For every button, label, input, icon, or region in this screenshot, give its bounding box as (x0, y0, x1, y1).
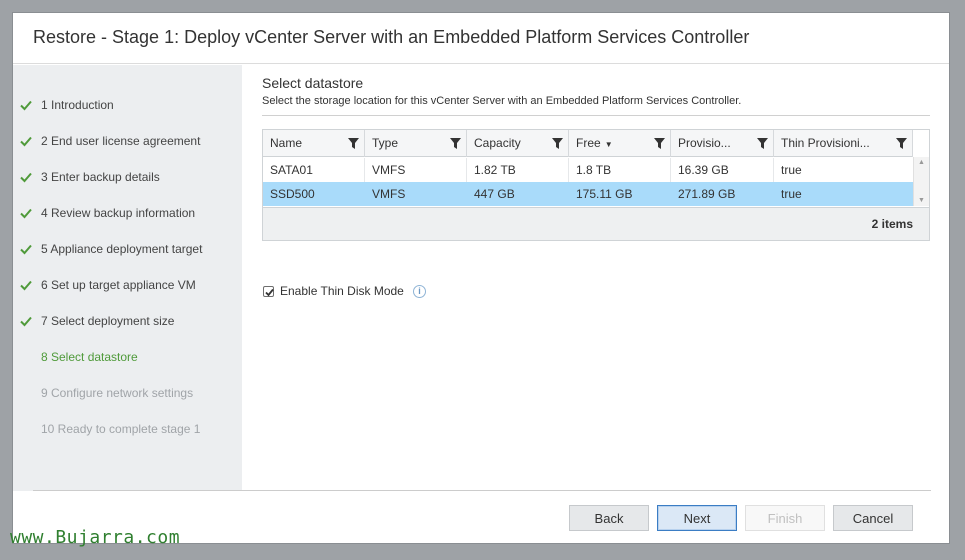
cell-thin-provisioning: true (781, 187, 802, 201)
check-icon (20, 208, 32, 219)
checkmark-icon (265, 288, 274, 297)
step-license-agreement[interactable]: 2 End user license agreement (13, 123, 242, 159)
step-ready-to-complete: 10 Ready to complete stage 1 (13, 411, 242, 447)
column-header-capacity[interactable]: Capacity (467, 130, 569, 157)
grid-header: Name Type Capacity Free ▼ Provisio... Th… (263, 130, 913, 157)
column-header-free[interactable]: Free ▼ (569, 130, 671, 157)
step-label: 2 End user license agreement (41, 134, 201, 148)
step-target-vm[interactable]: 6 Set up target appliance VM (13, 267, 242, 303)
step-label: 10 Ready to complete stage 1 (41, 422, 201, 436)
step-label: 8 Select datastore (41, 350, 138, 364)
check-icon (20, 244, 32, 255)
column-label: Provisio... (678, 136, 731, 150)
step-label: 3 Enter backup details (41, 170, 160, 184)
step-deployment-size[interactable]: 7 Select deployment size (13, 303, 242, 339)
back-button[interactable]: Back (569, 505, 649, 531)
step-select-datastore[interactable]: 8 Select datastore (13, 339, 242, 375)
grid-footer: 2 items (263, 207, 929, 240)
check-icon (20, 100, 32, 111)
filter-icon[interactable] (896, 138, 907, 149)
check-icon (20, 316, 32, 327)
cell-provisioned: 16.39 GB (671, 158, 774, 182)
step-label: 4 Review backup information (41, 206, 196, 220)
table-row-selected[interactable]: SSD500 VMFS 447 GB 175.11 GB 271.89 GB t… (263, 182, 913, 206)
check-icon (20, 280, 32, 291)
footer-divider (33, 490, 931, 491)
wizard-steps-sidebar: 1 Introduction 2 End user license agreem… (13, 65, 242, 491)
step-label: 7 Select deployment size (41, 314, 175, 328)
cell-type: VMFS (365, 182, 467, 206)
cancel-button[interactable]: Cancel (833, 505, 913, 531)
item-count: 2 items (871, 217, 913, 231)
next-button[interactable]: Next (657, 505, 737, 531)
section-title: Select datastore (262, 75, 364, 91)
filter-icon[interactable] (348, 138, 359, 149)
column-label: Name (270, 136, 303, 150)
cell-provisioned: 271.89 GB (671, 182, 774, 206)
check-icon (20, 136, 32, 147)
filter-icon[interactable] (450, 138, 461, 149)
info-icon[interactable]: i (413, 285, 426, 298)
table-row[interactable]: SATA01 VMFS 1.82 TB 1.8 TB 16.39 GB true (263, 158, 913, 182)
section-divider (262, 115, 930, 116)
sort-descending-icon: ▼ (604, 140, 613, 149)
scroll-down-icon[interactable]: ▼ (918, 197, 925, 204)
column-label: Capacity (474, 136, 521, 150)
step-review-backup[interactable]: 4 Review backup information (13, 195, 242, 231)
thin-disk-checkbox[interactable] (263, 286, 274, 297)
dialog-title-bar: Restore - Stage 1: Deploy vCenter Server… (13, 13, 949, 64)
column-label: Free (576, 136, 601, 150)
cell-free: 1.8 TB (569, 158, 671, 182)
scroll-up-icon[interactable]: ▲ (918, 159, 925, 166)
column-header-name[interactable]: Name (263, 130, 365, 157)
column-header-type[interactable]: Type (365, 130, 467, 157)
step-label: 5 Appliance deployment target (41, 242, 203, 256)
filter-icon[interactable] (757, 138, 768, 149)
dialog-title: Restore - Stage 1: Deploy vCenter Server… (33, 27, 750, 47)
step-network-settings: 9 Configure network settings (13, 375, 242, 411)
site-watermark: www.Bujarra.com (10, 527, 181, 548)
check-icon (20, 172, 32, 183)
filter-icon[interactable] (552, 138, 563, 149)
step-deployment-target[interactable]: 5 Appliance deployment target (13, 231, 242, 267)
cell-name: SATA01 (263, 158, 365, 182)
datastore-grid: Name Type Capacity Free ▼ Provisio... Th… (262, 129, 930, 241)
filter-icon[interactable] (654, 138, 665, 149)
step-label: 9 Configure network settings (41, 386, 194, 400)
column-header-provisioned[interactable]: Provisio... (671, 130, 774, 157)
cell-type: VMFS (365, 158, 467, 182)
cell-name: SSD500 (263, 182, 365, 206)
section-description: Select the storage location for this vCe… (262, 95, 742, 107)
column-label: Type (372, 136, 399, 150)
finish-button: Finish (745, 505, 825, 531)
step-introduction[interactable]: 1 Introduction (13, 87, 242, 123)
cell-capacity: 447 GB (467, 182, 569, 206)
thin-disk-label: Enable Thin Disk Mode (280, 284, 404, 298)
cell-thin-provisioning: true (781, 163, 802, 177)
grid-scrollbar[interactable]: ▲ ▼ (913, 157, 929, 206)
step-label: 1 Introduction (41, 98, 114, 112)
step-label: 6 Set up target appliance VM (41, 278, 196, 292)
restore-dialog: Restore - Stage 1: Deploy vCenter Server… (12, 12, 950, 544)
step-backup-details[interactable]: 3 Enter backup details (13, 159, 242, 195)
column-header-thin-provisioning[interactable]: Thin Provisioni... (774, 130, 913, 157)
cell-free: 175.11 GB (569, 182, 671, 206)
column-label: Thin Provisioni... (781, 136, 870, 150)
cell-capacity: 1.82 TB (467, 158, 569, 182)
